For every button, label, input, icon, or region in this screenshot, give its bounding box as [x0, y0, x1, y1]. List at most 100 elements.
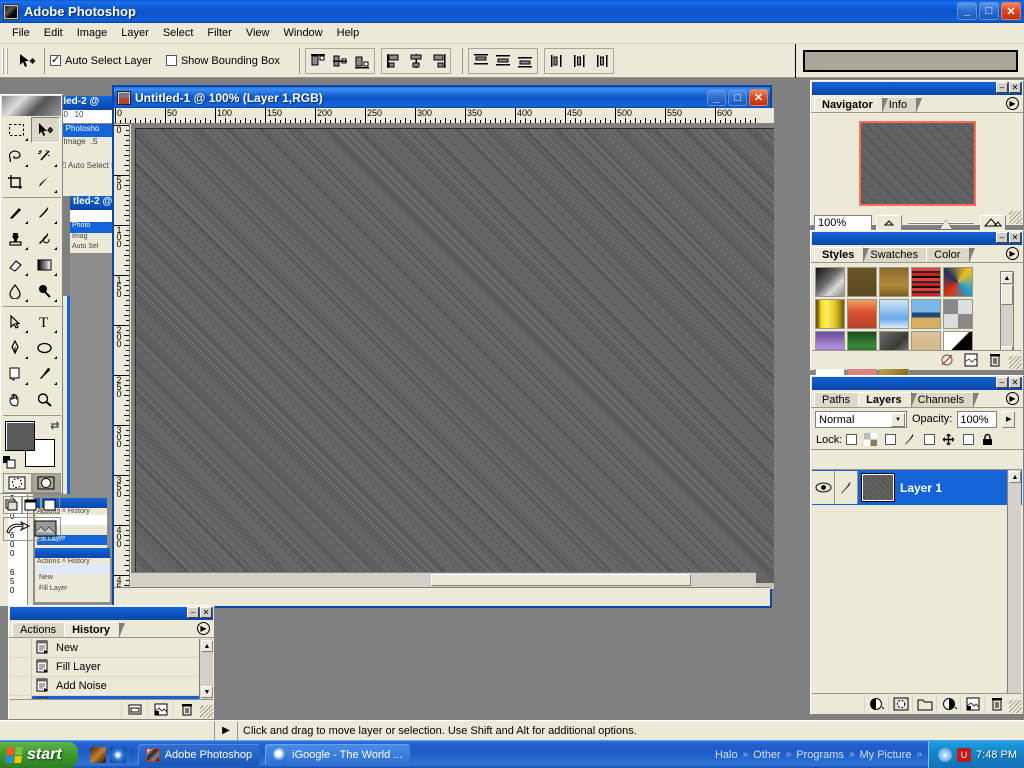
standard-screen-mode-icon[interactable] — [3, 496, 22, 514]
zoom-tool[interactable] — [31, 387, 60, 413]
clone-stamp-tool[interactable] — [2, 226, 31, 252]
lock-transparent-pixels[interactable] — [846, 433, 877, 446]
layers-scroll-up-button[interactable]: ▲ — [1009, 471, 1021, 483]
yellow-bevel-style[interactable] — [815, 299, 845, 329]
show-hidden-icons-icon[interactable]: ‹ — [938, 748, 952, 762]
document-titlebar[interactable]: Untitled-1 @ 100% (Layer 1,RGB) _ □ ✕ — [114, 87, 770, 108]
history-state-marker[interactable] — [10, 639, 32, 657]
menu-layer[interactable]: Layer — [114, 25, 156, 41]
layers-list[interactable]: Layer 1 ▲ — [812, 469, 1022, 693]
menu-filter[interactable]: Filter — [200, 25, 238, 41]
layer-visibility-toggle[interactable] — [812, 471, 835, 504]
chevron-double-right-icon-3[interactable]: » — [849, 749, 855, 760]
taskbar-clock[interactable]: 7:48 PM — [976, 749, 1017, 761]
ellipse-shape-tool[interactable] — [31, 335, 60, 361]
zoom-out-icon[interactable] — [876, 215, 902, 231]
styles-palette-titlebar[interactable]: – ✕ — [812, 232, 1022, 245]
lock-all[interactable] — [963, 433, 994, 446]
marquee-tool[interactable] — [2, 117, 31, 143]
slice-tool[interactable] — [31, 169, 60, 195]
magic-wand-tool[interactable] — [31, 143, 60, 169]
history-scrollbar[interactable]: ▲ ▼ — [199, 639, 213, 699]
new-document-from-state-icon[interactable] — [121, 701, 147, 718]
notes-tool[interactable] — [2, 361, 31, 387]
align-horizontal-centers-icon[interactable] — [405, 50, 427, 72]
new-group-icon[interactable] — [912, 695, 936, 713]
move-tool-icon[interactable] — [13, 48, 39, 74]
distribute-horizontal-centers-icon[interactable] — [568, 50, 590, 72]
antivirus-shield-icon[interactable]: U — [957, 748, 971, 762]
vertical-ruler[interactable]: 050100150200250300350400450 — [114, 124, 130, 589]
auto-select-layer-option[interactable]: Auto Select Layer — [50, 55, 152, 67]
align-vertical-centers-icon[interactable] — [329, 50, 351, 72]
history-scroll-up-button[interactable]: ▲ — [201, 640, 213, 652]
layers-palette-menu-icon[interactable]: ▶ — [1006, 392, 1019, 405]
taskbar-toolbar-other[interactable]: Other — [750, 749, 784, 761]
layer-name[interactable]: Layer 1 — [900, 481, 942, 495]
close-button[interactable]: ✕ — [1001, 2, 1021, 20]
table-row[interactable]: Layer 1 ▲ — [812, 470, 1022, 505]
navigator-close-button[interactable]: ✕ — [1009, 82, 1021, 93]
document-window[interactable]: Untitled-1 @ 100% (Layer 1,RGB) _ □ ✕ 05… — [112, 85, 772, 608]
beach-scene-style[interactable] — [911, 299, 941, 329]
styles-resize-grip[interactable] — [1009, 356, 1022, 369]
zoom-slider-knob[interactable] — [940, 220, 952, 229]
bronze-gradient-style[interactable] — [879, 267, 909, 297]
history-state-marker[interactable] — [10, 677, 32, 695]
statusbar-menu-arrow-icon[interactable]: ▶ — [215, 725, 237, 736]
full-screen-mode-icon[interactable] — [41, 496, 60, 514]
tab-navigator[interactable]: Navigator — [814, 97, 883, 112]
photoshop-quicklaunch-icon[interactable] — [90, 747, 106, 763]
brush-tool[interactable] — [31, 200, 60, 226]
healing-brush-tool[interactable] — [2, 200, 31, 226]
show-bounding-box-option[interactable]: Show Bounding Box — [166, 55, 280, 67]
navigator-view-box[interactable] — [859, 121, 976, 206]
zoom-in-icon[interactable] — [980, 215, 1006, 231]
lasso-tool[interactable] — [2, 143, 31, 169]
document-horizontal-scrollbar[interactable] — [131, 572, 756, 587]
chevron-double-right-icon-4[interactable]: » — [916, 749, 922, 760]
hand-tool[interactable] — [2, 387, 31, 413]
path-selection-tool[interactable] — [2, 309, 31, 335]
eyedropper-tool[interactable] — [31, 361, 60, 387]
foreground-background-color-picker[interactable]: ⇄ — [3, 419, 61, 469]
layer-mask-icon[interactable] — [888, 695, 912, 713]
lock-position-checkbox[interactable] — [924, 434, 935, 445]
jump-to-imageready-icon[interactable] — [4, 518, 32, 540]
history-minimize-button[interactable]: – — [187, 607, 199, 618]
history-brush-tool[interactable] — [31, 226, 60, 252]
lock-transparent-checkbox[interactable] — [846, 434, 857, 445]
horizontal-ruler[interactable]: 050100150200250300350400450500550600 — [114, 108, 774, 124]
start-button[interactable]: start — [0, 742, 78, 768]
chevron-double-right-icon-2[interactable]: » — [786, 749, 792, 760]
taskbar-button-igoogle[interactable]: iGoogle - The World ... — [265, 744, 410, 766]
navigator-zoom-slider[interactable] — [906, 215, 976, 231]
delete-layer-icon[interactable] — [984, 695, 1008, 713]
history-palette-menu-icon[interactable]: ▶ — [197, 622, 210, 635]
tab-styles[interactable]: Styles — [814, 247, 864, 262]
opacity-input[interactable]: 100% — [957, 411, 997, 428]
align-left-edges-icon[interactable] — [383, 50, 405, 72]
menu-image[interactable]: Image — [70, 25, 115, 41]
tab-history[interactable]: History — [64, 622, 120, 637]
horizontal-scrollbar-thumb[interactable] — [431, 574, 691, 586]
default-colors-icon[interactable] — [3, 456, 16, 469]
new-style-icon[interactable] — [960, 352, 982, 369]
align-bottom-edges-icon[interactable] — [351, 50, 373, 72]
layers-close-button[interactable]: ✕ — [1009, 377, 1021, 388]
colorful-abstract-style[interactable] — [943, 267, 973, 297]
delete-style-icon[interactable] — [984, 352, 1006, 369]
tab-color[interactable]: Color — [926, 247, 970, 262]
navigator-palette-menu-icon[interactable]: ▶ — [1006, 97, 1019, 110]
document-close-button[interactable]: ✕ — [749, 89, 768, 106]
navigator-thumbnail-area[interactable] — [811, 113, 1023, 213]
sky-blue-style[interactable] — [879, 299, 909, 329]
opacity-stepper-icon[interactable]: ▶ — [1002, 411, 1015, 428]
minimize-button[interactable]: _ — [957, 2, 977, 20]
crop-tool[interactable] — [2, 169, 31, 195]
foreground-color-swatch[interactable] — [5, 421, 35, 451]
navigator-zoom-input[interactable]: 100% — [814, 215, 872, 231]
history-close-button[interactable]: ✕ — [200, 607, 212, 618]
distribute-vertical-centers-icon[interactable] — [492, 50, 514, 72]
distribute-right-edges-icon[interactable] — [590, 50, 612, 72]
